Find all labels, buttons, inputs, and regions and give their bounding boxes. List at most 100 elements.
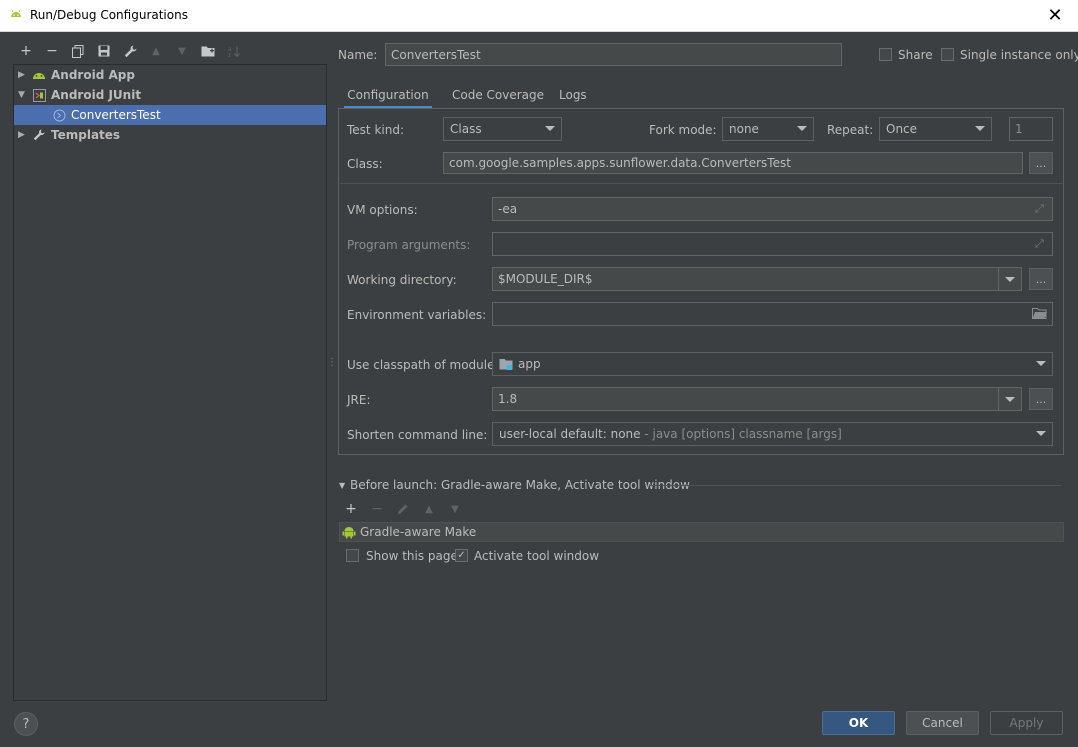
splitter-handle[interactable]: ⋮: [327, 358, 337, 380]
shorten-command-line-hint: - java [options] classname [args]: [640, 427, 842, 441]
test-class-icon: [52, 108, 66, 122]
before-launch-header[interactable]: Before launch: Gradle-aware Make, Activa…: [350, 478, 690, 492]
tree-item-templates[interactable]: ▶ Templates: [14, 125, 326, 145]
test-kind-select[interactable]: Class: [443, 117, 562, 141]
program-arguments-label: Program arguments:: [347, 238, 471, 252]
repeat-select[interactable]: Once: [879, 117, 992, 141]
collapsed-arrow-icon[interactable]: ▶: [18, 70, 28, 80]
configuration-tree[interactable]: ▶ Android App ▼ Android JUnit Converters…: [13, 64, 327, 701]
sort-icon[interactable]: az: [225, 42, 243, 60]
wrench-icon[interactable]: [121, 42, 139, 60]
vm-options-label: VM options:: [347, 203, 418, 217]
android-studio-icon: [9, 8, 23, 22]
repeat-count-input[interactable]: 1: [1009, 117, 1053, 141]
environment-variables-label: Environment variables:: [347, 308, 487, 322]
move-down-icon[interactable]: ▼: [173, 42, 191, 60]
edit-task-icon[interactable]: [395, 501, 411, 517]
class-browse-button[interactable]: ...: [1029, 152, 1053, 174]
activate-tool-window-label: Activate tool window: [474, 549, 600, 563]
tree-item-label: Android App: [51, 68, 135, 82]
class-label: Class:: [347, 157, 383, 171]
jre-browse-button[interactable]: ...: [1029, 388, 1053, 410]
name-input[interactable]: ConvertersTest: [385, 43, 842, 66]
close-icon[interactable]: ✕: [1032, 0, 1078, 31]
dropdown-arrow-icon: [975, 126, 985, 131]
working-directory-value: $MODULE_DIR$: [498, 272, 593, 286]
tab-logs[interactable]: Logs: [559, 84, 587, 106]
dropdown-arrow-icon[interactable]: [998, 388, 1021, 410]
program-arguments-input[interactable]: [492, 232, 1053, 256]
classpath-module-select[interactable]: app: [492, 352, 1053, 376]
repeat-label: Repeat:: [827, 123, 874, 137]
working-directory-label: Working directory:: [347, 273, 457, 287]
expanded-arrow-icon[interactable]: ▼: [18, 90, 28, 100]
window-title: Run/Debug Configurations: [30, 8, 188, 22]
folder-icon[interactable]: [1032, 307, 1047, 322]
junit-icon: [32, 88, 46, 102]
fork-mode-value: none: [729, 122, 759, 136]
show-this-page-checkbox[interactable]: [346, 549, 359, 562]
tree-item-label: ConvertersTest: [71, 108, 161, 122]
separator: [340, 183, 1062, 184]
fork-mode-select[interactable]: none: [722, 117, 814, 141]
shorten-command-line-value: user-local default: none: [499, 427, 641, 441]
module-folder-icon: [499, 358, 513, 370]
tree-item-android-app[interactable]: ▶ Android App: [14, 65, 326, 85]
shorten-command-line-select[interactable]: user-local default: none - java [options…: [492, 422, 1053, 446]
collapsed-arrow-icon[interactable]: ▶: [18, 130, 28, 140]
show-this-page-label: Show this page: [366, 549, 458, 563]
dropdown-arrow-icon: [545, 126, 555, 131]
single-instance-checkbox[interactable]: [941, 48, 954, 61]
separator: [650, 485, 1061, 486]
jre-value: 1.8: [498, 392, 518, 406]
expand-icon[interactable]: ⤢: [1035, 237, 1044, 251]
tree-item-converterstest[interactable]: ConvertersTest: [14, 105, 326, 125]
save-icon[interactable]: [95, 42, 113, 60]
test-kind-label: Test kind:: [347, 123, 404, 137]
jre-label: JRE:: [347, 393, 371, 407]
copy-icon[interactable]: [69, 42, 87, 60]
task-list-item[interactable]: Gradle-aware Make: [339, 522, 1064, 542]
single-instance-label: Single instance only: [960, 48, 1078, 62]
class-input[interactable]: com.google.samples.apps.sunflower.data.C…: [443, 152, 1023, 174]
help-button[interactable]: ?: [14, 712, 38, 736]
vm-options-input[interactable]: -ea: [492, 197, 1053, 221]
title-bar: Run/Debug Configurations ✕: [0, 0, 1078, 32]
add-icon[interactable]: +: [17, 42, 35, 60]
move-task-down-icon[interactable]: ▼: [447, 501, 463, 517]
environment-variables-input[interactable]: [492, 302, 1053, 326]
dropdown-arrow-icon: [797, 126, 807, 131]
repeat-value: Once: [886, 122, 918, 136]
android-icon: [32, 68, 46, 82]
remove-task-icon[interactable]: −: [369, 501, 385, 517]
move-task-up-icon[interactable]: ▲: [421, 501, 437, 517]
jre-input[interactable]: 1.8: [492, 387, 1022, 411]
add-task-icon[interactable]: +: [343, 501, 359, 517]
expand-icon[interactable]: ⤢: [1035, 202, 1044, 216]
cancel-button[interactable]: Cancel: [906, 711, 979, 735]
working-directory-input[interactable]: $MODULE_DIR$: [492, 267, 1022, 291]
dropdown-arrow-icon: [1036, 361, 1046, 366]
dropdown-arrow-icon[interactable]: [998, 268, 1021, 290]
tree-item-label: Android JUnit: [51, 88, 142, 102]
tree-item-label: Templates: [51, 128, 121, 142]
task-label: Gradle-aware Make: [360, 525, 477, 539]
collapse-arrow-icon[interactable]: ▼: [339, 481, 345, 490]
tab-configuration[interactable]: Configuration: [344, 84, 432, 109]
android-icon: [342, 525, 356, 542]
share-checkbox[interactable]: [879, 48, 892, 61]
ok-button[interactable]: OK: [822, 711, 895, 735]
folder-icon[interactable]: [199, 42, 217, 60]
test-kind-value: Class: [450, 122, 482, 136]
svg-text:z: z: [228, 52, 231, 58]
activate-tool-window-checkbox[interactable]: ✓: [455, 549, 468, 562]
tab-code-coverage[interactable]: Code Coverage: [452, 84, 544, 106]
share-label: Share: [898, 48, 933, 62]
apply-button[interactable]: Apply: [990, 711, 1063, 735]
wrench-icon: [32, 128, 46, 142]
dropdown-arrow-icon: [1036, 431, 1046, 436]
tree-item-android-junit[interactable]: ▼ Android JUnit: [14, 85, 326, 105]
working-directory-browse-button[interactable]: ...: [1029, 268, 1053, 290]
move-up-icon[interactable]: ▲: [147, 42, 165, 60]
remove-icon[interactable]: −: [43, 42, 61, 60]
